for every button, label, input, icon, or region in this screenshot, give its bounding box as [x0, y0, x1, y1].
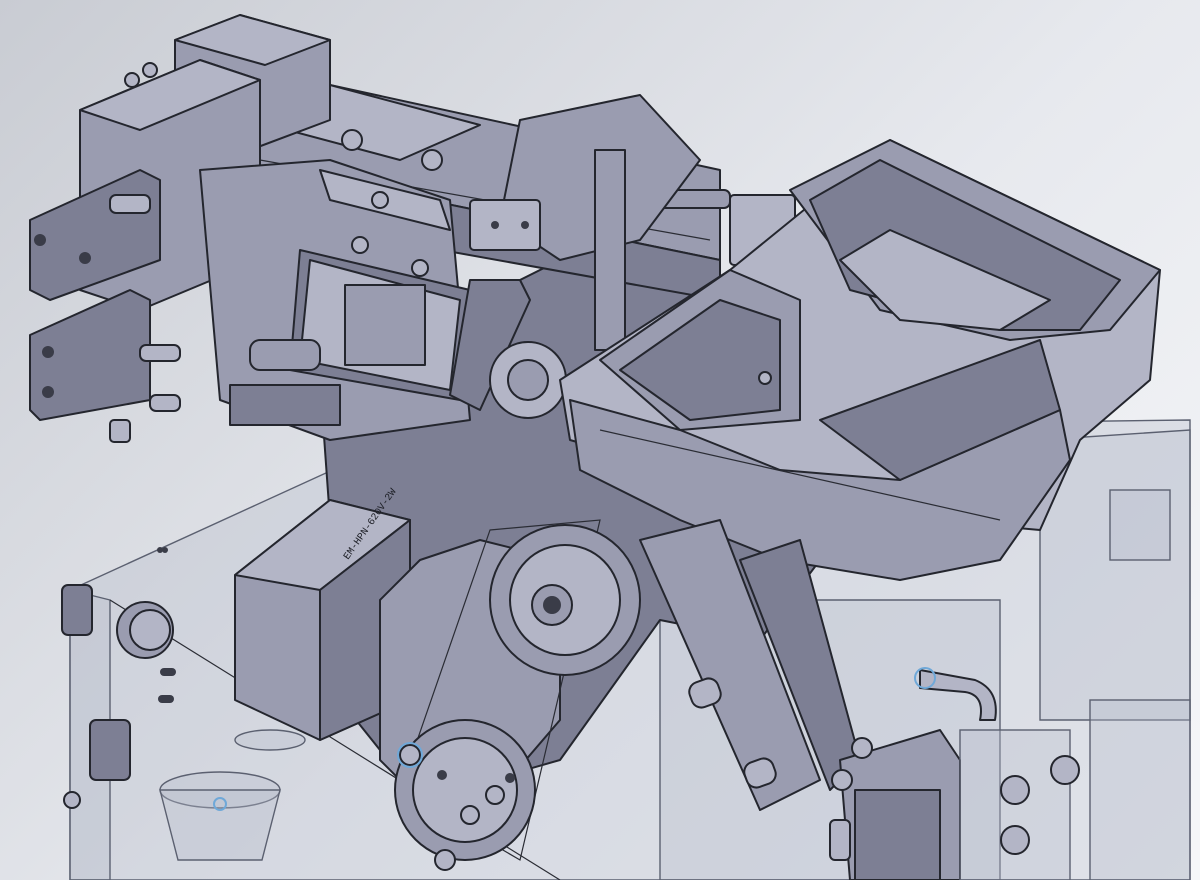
cad-viewport[interactable]: EM-HPN-620V-2W	[0, 0, 1200, 880]
assembly-model[interactable]: EM-HPN-620V-2W	[0, 0, 1200, 880]
center-bracket	[199, 159, 471, 441]
wing-nut-icon	[421, 149, 443, 171]
wing-nut-icon	[341, 129, 363, 151]
